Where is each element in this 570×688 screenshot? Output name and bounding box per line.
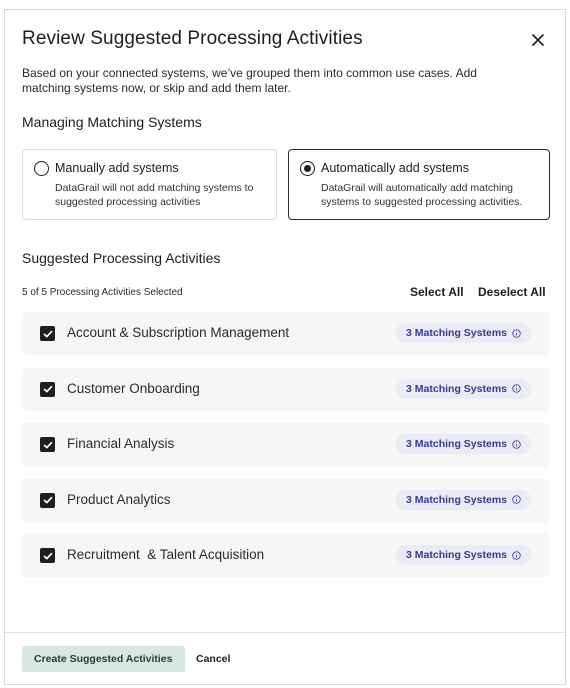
close-button[interactable]	[528, 30, 548, 50]
info-icon	[512, 495, 521, 504]
activity-name: Recruitment & Talent Acquisition	[67, 547, 265, 562]
close-icon	[532, 34, 544, 46]
automatic-add-radio[interactable]	[300, 161, 315, 176]
activity-name: Product Analytics	[67, 491, 171, 507]
matching-systems-label: 3 Matching Systems	[406, 327, 507, 339]
activity-row: Financial Analysis 3 Matching Systems	[22, 423, 549, 466]
cancel-button[interactable]: Cancel	[196, 653, 230, 665]
matching-systems-badge[interactable]: 3 Matching Systems	[396, 434, 531, 454]
manual-add-option[interactable]: Manually add systems DataGrail will not …	[22, 149, 277, 220]
matching-systems-badge[interactable]: 3 Matching Systems	[396, 545, 531, 565]
checkmark-icon	[42, 496, 53, 504]
activity-row: Recruitment & Talent Acquisition 3 Match…	[22, 534, 549, 577]
info-icon	[512, 439, 521, 449]
activity-row: Account & Subscription Management 3 Matc…	[22, 312, 549, 355]
automatic-add-option[interactable]: Automatically add systems DataGrail will…	[288, 149, 550, 220]
activity-row: Product Analytics 3 Matching Systems	[22, 478, 549, 522]
activities-section-title: Suggested Processing Activities	[22, 250, 221, 266]
checkmark-icon	[42, 385, 53, 393]
matching-systems-label: 3 Matching Systems	[406, 493, 507, 506]
checkmark-icon	[42, 441, 53, 449]
matching-systems-badge[interactable]: 3 Matching Systems	[396, 323, 531, 343]
modal-header: Review Suggested Processing Activities	[22, 28, 548, 54]
activity-checkbox[interactable]	[40, 437, 55, 452]
activity-name: Customer Onboarding	[67, 380, 200, 396]
matching-systems-badge[interactable]: 3 Matching Systems	[396, 489, 531, 510]
checkmark-icon	[42, 330, 53, 338]
create-suggested-activities-button[interactable]: Create Suggested Activities	[22, 646, 185, 672]
review-activities-modal: Review Suggested Processing Activities B…	[4, 9, 566, 685]
modal-description: Based on your connected systems, we’ve g…	[22, 66, 477, 95]
matching-systems-label: 3 Matching Systems	[406, 438, 507, 450]
activity-name: Account & Subscription Management	[67, 325, 290, 340]
manual-add-description: DataGrail will not add matching systems …	[55, 182, 254, 208]
manual-add-radio[interactable]	[34, 161, 49, 176]
matching-systems-label: 3 Matching Systems	[406, 382, 507, 395]
activity-checkbox[interactable]	[40, 548, 55, 563]
modal-title: Review Suggested Processing Activities	[22, 28, 363, 49]
info-icon	[512, 328, 521, 338]
activity-row: Customer Onboarding 3 Matching Systems	[22, 367, 549, 411]
activity-list: Account & Subscription Management 3 Matc…	[22, 312, 549, 590]
automatic-add-label: Automatically add systems	[321, 161, 469, 175]
activity-checkbox[interactable]	[40, 326, 55, 341]
selected-count: 5 of 5 Processing Activities Selected	[22, 287, 183, 298]
matching-section-title: Managing Matching Systems	[22, 114, 202, 130]
matching-systems-label: 3 Matching Systems	[406, 549, 507, 561]
activity-checkbox[interactable]	[40, 381, 55, 397]
manual-add-label: Manually add systems	[55, 161, 179, 175]
matching-systems-badge[interactable]: 3 Matching Systems	[396, 378, 531, 399]
info-icon	[512, 550, 521, 560]
info-icon	[512, 384, 521, 393]
deselect-all-button[interactable]: Deselect All	[478, 285, 546, 299]
checkmark-icon	[42, 552, 53, 560]
automatic-add-description: DataGrail will automatically add matchin…	[321, 182, 523, 208]
footer-divider	[5, 632, 565, 633]
activity-checkbox[interactable]	[40, 492, 55, 508]
select-all-button[interactable]: Select All	[410, 285, 464, 299]
activity-name: Financial Analysis	[67, 436, 175, 451]
